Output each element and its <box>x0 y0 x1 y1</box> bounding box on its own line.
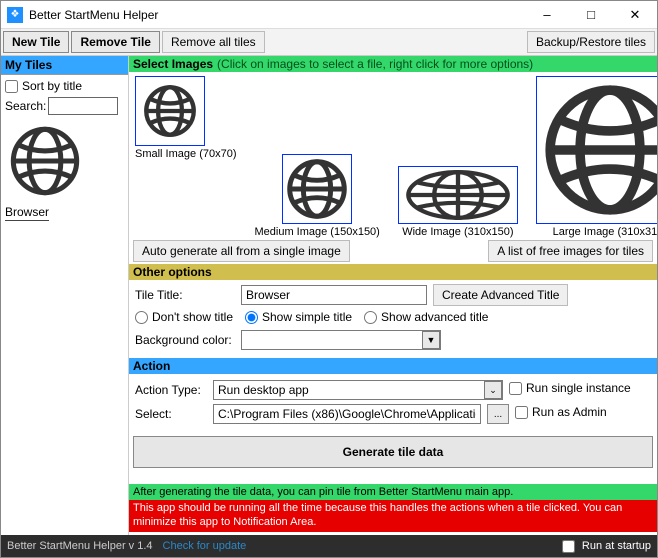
run-at-startup-checkbox[interactable]: Run at startup <box>558 537 651 556</box>
radio-show-advanced[interactable]: Show advanced title <box>364 310 488 324</box>
tile-title-label: Tile Title: <box>135 288 235 302</box>
run-single-checkbox[interactable]: Run single instance <box>509 381 631 395</box>
wide-caption: Wide Image (310x150) <box>402 226 513 238</box>
sort-checkbox-input[interactable] <box>5 80 18 93</box>
remove-tile-button[interactable]: Remove Tile <box>71 31 159 53</box>
globe-icon <box>143 84 197 138</box>
note-after-generate: After generating the tile data, you can … <box>129 484 657 500</box>
create-advanced-title-button[interactable]: Create Advanced Title <box>433 284 568 306</box>
tile-item[interactable]: Browser <box>5 121 124 221</box>
sidebar-header: My Tiles <box>1 56 128 75</box>
small-caption: Small Image (70x70) <box>135 148 237 160</box>
maximize-button[interactable]: □ <box>569 1 613 29</box>
action-type-combo[interactable]: Run desktop app ⌄ <box>213 380 503 400</box>
radio-dont-show[interactable]: Don't show title <box>135 310 233 324</box>
window-title: Better StartMenu Helper <box>29 8 158 22</box>
action-header: Action <box>129 358 657 374</box>
select-path-input[interactable] <box>213 404 481 424</box>
toolbar: New Tile Remove Tile Remove all tiles Ba… <box>1 29 657 56</box>
search-input[interactable] <box>48 97 118 115</box>
note-keep-running: This app should be running all the time … <box>129 500 657 532</box>
select-label: Select: <box>135 407 207 421</box>
globe-icon <box>286 158 348 220</box>
tile-title-input[interactable] <box>241 285 427 305</box>
medium-caption: Medium Image (150x150) <box>255 226 380 238</box>
large-image-slot[interactable] <box>536 76 657 224</box>
generate-tile-data-button[interactable]: Generate tile data <box>133 436 653 468</box>
globe-icon <box>542 82 657 218</box>
titlebar: ❖ Better StartMenu Helper – □ ✕ <box>1 1 657 29</box>
large-caption: Large Image (310x310) <box>553 226 657 238</box>
tile-thumbnail <box>5 121 85 201</box>
radio-show-simple[interactable]: Show simple title <box>245 310 352 324</box>
app-icon: ❖ <box>7 7 23 23</box>
browse-button[interactable]: ... <box>487 404 509 424</box>
small-image-slot[interactable] <box>135 76 205 146</box>
minimize-button[interactable]: – <box>525 1 569 29</box>
medium-image-slot[interactable] <box>282 154 352 224</box>
sort-by-title-checkbox[interactable]: Sort by title <box>5 79 124 93</box>
dropdown-icon[interactable]: ⌄ <box>484 381 502 399</box>
wide-image-slot[interactable] <box>398 166 518 224</box>
bgcolor-combo[interactable]: ▼ <box>241 330 441 350</box>
check-update-link[interactable]: Check for update <box>163 540 247 552</box>
bgcolor-label: Background color: <box>135 333 235 347</box>
select-images-header: Select Images (Click on images to select… <box>129 56 657 72</box>
free-images-button[interactable]: A list of free images for tiles <box>488 240 653 262</box>
other-options-header: Other options <box>129 264 657 280</box>
globe-icon <box>404 169 512 221</box>
statusbar: Better StartMenu Helper v 1.4 Check for … <box>1 535 657 557</box>
sort-label: Sort by title <box>22 79 82 93</box>
remove-all-tiles-button[interactable]: Remove all tiles <box>162 31 265 53</box>
tile-label: Browser <box>5 205 49 221</box>
close-button[interactable]: ✕ <box>613 1 657 29</box>
auto-generate-button[interactable]: Auto generate all from a single image <box>133 240 350 262</box>
status-version: Better StartMenu Helper v 1.4 <box>7 540 153 552</box>
backup-restore-button[interactable]: Backup/Restore tiles <box>527 31 655 53</box>
new-tile-button[interactable]: New Tile <box>3 31 69 53</box>
search-label: Search: <box>5 99 46 113</box>
run-admin-checkbox[interactable]: Run as Admin <box>515 405 607 419</box>
dropdown-icon[interactable]: ▼ <box>422 331 440 349</box>
globe-icon <box>9 125 81 197</box>
action-type-label: Action Type: <box>135 383 207 397</box>
